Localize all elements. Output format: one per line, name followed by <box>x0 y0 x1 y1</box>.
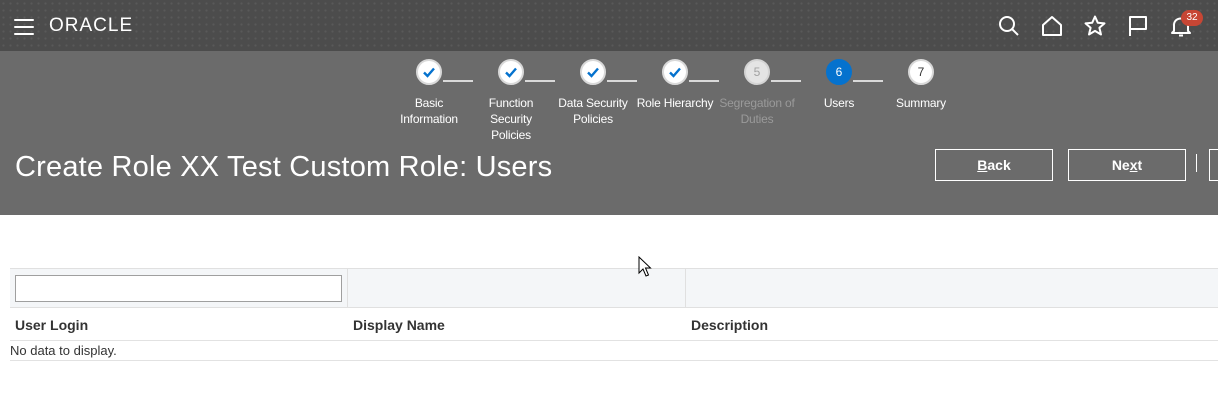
train-step-function-security-policies[interactable]: Function Security Policies <box>470 59 552 143</box>
next-label: Ne <box>1111 157 1130 173</box>
train-step-role-hierarchy[interactable]: Role Hierarchy <box>634 59 716 111</box>
flag-icon[interactable] <box>1123 12 1153 40</box>
home-icon[interactable] <box>1037 12 1067 40</box>
step-label: Security Policies <box>490 112 532 142</box>
next-button[interactable]: Next <box>1068 149 1186 181</box>
train-step-data-security-policies[interactable]: Data Security Policies <box>552 59 634 127</box>
step-label: Basic <box>414 96 444 110</box>
train-step-basic-information[interactable]: Basic Information <box>388 59 470 127</box>
favorites-star-icon[interactable] <box>1080 12 1110 40</box>
page-title: Create Role XX Test Custom Role: Users <box>15 151 553 183</box>
mouse-pointer-icon <box>638 255 652 283</box>
oracle-logo: ORACLE <box>49 15 134 36</box>
empty-table-message: No data to display. <box>10 343 117 358</box>
button-separator <box>1196 154 1197 172</box>
table-header-row: User Login Display Name Description <box>10 308 1218 341</box>
train-step-segregation-of-duties: 5 Segregation of Duties <box>716 59 798 127</box>
check-icon <box>416 59 442 85</box>
check-icon <box>662 59 688 85</box>
process-train: Basic Information Function Security Polici… <box>388 59 970 142</box>
back-label: ack <box>987 157 1011 173</box>
step-number: 5 <box>744 59 770 85</box>
step-label: Duties <box>740 112 774 126</box>
check-icon <box>580 59 606 85</box>
next-label: t <box>1137 157 1143 173</box>
notifications-bell-icon[interactable]: 32 <box>1166 10 1203 40</box>
step-label: Segregation of <box>719 96 795 110</box>
table-divider <box>10 360 1218 361</box>
notification-count-badge: 32 <box>1181 10 1203 26</box>
back-access-key: B <box>977 157 988 173</box>
query-by-example-row <box>10 268 1218 308</box>
check-icon <box>498 59 524 85</box>
page-header: Basic Information Function Security Polici… <box>0 51 1218 215</box>
user-login-filter-input[interactable] <box>15 275 342 302</box>
column-header-display-name[interactable]: Display Name <box>353 317 445 333</box>
step-number: 6 <box>826 59 852 85</box>
column-header-user-login[interactable]: User Login <box>15 317 88 333</box>
search-icon[interactable] <box>994 12 1024 40</box>
global-header: ORACLE 32 <box>0 0 1218 51</box>
step-label: Users <box>823 96 855 110</box>
back-button[interactable]: Back <box>935 149 1053 181</box>
next-access-key: x <box>1129 157 1138 173</box>
filter-cell-display-name <box>348 269 686 307</box>
step-label: Policies <box>573 112 613 126</box>
global-actions: 32 <box>994 10 1203 40</box>
train-step-users[interactable]: 6 Users <box>798 59 880 111</box>
step-number: 7 <box>908 59 934 85</box>
step-label: Function <box>488 96 534 110</box>
navigator-menu-icon[interactable] <box>14 19 34 35</box>
cut-off-button[interactable] <box>1209 149 1218 181</box>
train-step-summary[interactable]: 7 Summary <box>880 59 962 111</box>
step-label: Role Hierarchy <box>636 96 714 110</box>
filter-cell-user-login <box>10 269 348 307</box>
step-label: Data Security <box>558 96 628 110</box>
step-label: Information <box>400 112 458 126</box>
step-label: Summary <box>896 96 946 110</box>
column-header-description[interactable]: Description <box>691 317 768 333</box>
